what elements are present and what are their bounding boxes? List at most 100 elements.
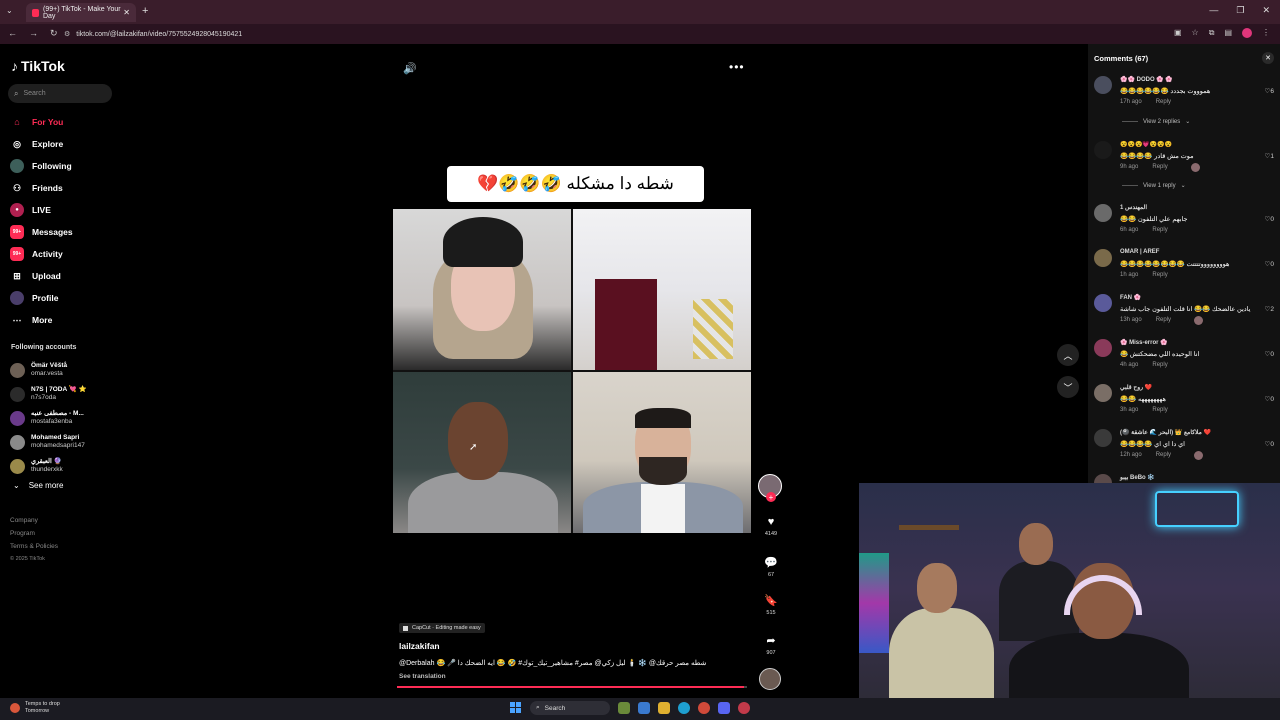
view-replies-button[interactable]: View 2 replies ⌄	[1122, 118, 1190, 125]
sidebar-item-activity[interactable]: 99+ Activity	[10, 243, 73, 265]
more-options-icon[interactable]: •••	[729, 60, 745, 74]
capcut-badge[interactable]: CapCut · Editing made easy	[399, 623, 485, 633]
avatar[interactable]	[1094, 76, 1112, 94]
edge-icon[interactable]	[678, 702, 690, 714]
close-comments-icon[interactable]: ✕	[1262, 52, 1274, 64]
following-account[interactable]: N7S | 7ODA 💘 ⭐ n7s7oda	[10, 382, 87, 406]
comment-like-button[interactable]: ♡0	[1265, 215, 1274, 223]
extensions-icon[interactable]: ⧉	[1209, 28, 1215, 38]
avatar[interactable]	[1094, 429, 1112, 447]
commenter-name[interactable]: 🌸🌸 DODO 🌸 🌸	[1120, 76, 1173, 83]
reply-button[interactable]: Reply	[1152, 227, 1167, 233]
site-info-icon[interactable]: ⚙	[64, 30, 70, 38]
browser-tab[interactable]: (99+) TikTok - Make Your Day ✕	[26, 3, 136, 22]
following-account[interactable]: Mohamed Sapri mohamedsapri147	[10, 430, 87, 454]
tiktok-logo[interactable]: ♪ TikTok	[11, 58, 65, 74]
new-tab-icon[interactable]: +	[142, 5, 148, 17]
sidebar-item-upload[interactable]: ⊞ Upload	[10, 265, 73, 287]
see-translation-button[interactable]: See translation	[399, 673, 446, 680]
cast-icon[interactable]: ▣	[1174, 28, 1182, 38]
commenter-name[interactable]: 🌸 Miss-error 🌸	[1120, 339, 1168, 346]
following-account[interactable]: Ömär Věštå omar.vesta	[10, 358, 87, 382]
avatar[interactable]	[1094, 384, 1112, 402]
sidebar-item-profile[interactable]: Profile	[10, 287, 73, 309]
taskbar-search[interactable]: ⌕ Search	[530, 701, 610, 715]
video-progress-bar[interactable]	[397, 686, 747, 688]
comment-like-button[interactable]: ♡0	[1265, 350, 1274, 358]
avatar[interactable]	[1094, 294, 1112, 312]
profile-avatar[interactable]	[1242, 28, 1252, 38]
avatar[interactable]	[1094, 141, 1112, 159]
creator-avatar[interactable]: +	[758, 474, 782, 502]
reply-button[interactable]: Reply	[1156, 99, 1171, 105]
reply-button[interactable]: Reply	[1156, 317, 1171, 323]
reply-button[interactable]: Reply	[1156, 452, 1171, 458]
close-tab-icon[interactable]: ✕	[123, 8, 130, 17]
file-explorer-icon[interactable]	[658, 702, 670, 714]
windows-start-icon[interactable]	[510, 702, 522, 714]
back-icon[interactable]: ←	[8, 28, 17, 39]
footer-link-terms[interactable]: Terms & Policies	[10, 540, 58, 553]
follow-plus-icon[interactable]: +	[766, 492, 776, 502]
comment-like-button[interactable]: ♡1	[1265, 152, 1274, 160]
view-replies-button[interactable]: View 1 reply ⌄	[1122, 182, 1186, 189]
commenter-name[interactable]: (🎱 البحر 🌊 عاشقة) 👑 ملاكامع ❤️	[1120, 429, 1211, 436]
tab-list-chevron-icon[interactable]: ⌄	[6, 6, 13, 15]
comment-like-button[interactable]: ♡2	[1265, 305, 1274, 313]
reply-button[interactable]: Reply	[1152, 362, 1167, 368]
url-field[interactable]: ⚙ tiktok.com/@lailzakifan/video/75755249…	[64, 27, 1174, 41]
weather-widget[interactable]: Temps to drop Tomorrow	[10, 701, 60, 715]
sidebar-toggle-icon[interactable]: ▤	[1224, 28, 1232, 38]
sidebar-item-friends[interactable]: ⚇ Friends	[10, 177, 73, 199]
comment-like-button[interactable]: ♡0	[1265, 395, 1274, 403]
discord-icon[interactable]	[718, 702, 730, 714]
save-button[interactable]: 🔖 515	[758, 594, 784, 616]
bookmark-star-icon[interactable]: ☆	[1192, 28, 1199, 38]
music-disc-avatar[interactable]	[759, 668, 781, 690]
commenter-name[interactable]: بيبو BeBo ❄️	[1120, 474, 1155, 481]
reply-button[interactable]: Reply	[1152, 272, 1167, 278]
comment-button[interactable]: 💬 67	[758, 556, 784, 578]
next-video-button[interactable]: ﹀	[1057, 376, 1079, 398]
commenter-name[interactable]: روح قلبي ❤️	[1120, 384, 1152, 391]
avatar[interactable]	[1094, 339, 1112, 357]
reload-icon[interactable]: ↻	[50, 28, 58, 39]
store-icon[interactable]	[638, 702, 650, 714]
browser-menu-icon[interactable]: ⋮	[1262, 28, 1270, 38]
video-player[interactable]	[393, 209, 751, 533]
see-more-button[interactable]: ⌄ See more	[13, 481, 63, 490]
commenter-name[interactable]: FAN 🌸	[1120, 294, 1141, 301]
minimize-icon[interactable]: —	[1209, 5, 1218, 16]
commenter-name[interactable]: OMAR | AREF	[1120, 249, 1159, 255]
video-author[interactable]: lailzakifan	[399, 641, 440, 651]
reply-button[interactable]: Reply	[1152, 407, 1167, 413]
sidebar-item-following[interactable]: Following	[10, 155, 73, 177]
forward-icon[interactable]: →	[29, 28, 38, 39]
comment-like-button[interactable]: ♡6	[1265, 87, 1274, 95]
sidebar-item-more[interactable]: ⋯ More	[10, 309, 73, 331]
share-button[interactable]: ➦ 907	[758, 634, 784, 656]
search-input[interactable]: ⌕ Search	[8, 84, 112, 103]
commenter-name[interactable]: المهندس 1	[1120, 204, 1147, 211]
avatar[interactable]	[1094, 249, 1112, 267]
widget-app-icon[interactable]	[618, 702, 630, 714]
restore-icon[interactable]: ❐	[1236, 5, 1244, 16]
footer-link-program[interactable]: Program	[10, 527, 58, 540]
sidebar-item-live[interactable]: ● LIVE	[10, 199, 73, 221]
avatar[interactable]	[1094, 204, 1112, 222]
reply-button[interactable]: Reply	[1152, 164, 1167, 170]
like-button[interactable]: ♥ 4149	[758, 516, 784, 537]
chrome-icon[interactable]	[698, 702, 710, 714]
app-icon[interactable]	[738, 702, 750, 714]
comment-like-button[interactable]: ♡0	[1265, 260, 1274, 268]
close-window-icon[interactable]: ✕	[1262, 5, 1270, 16]
commenter-name[interactable]: 😵😵😵💗😵😵😵	[1120, 141, 1172, 148]
footer-link-company[interactable]: Company	[10, 514, 58, 527]
volume-icon[interactable]: 🔊	[403, 62, 417, 75]
sidebar-item-explore[interactable]: ◎ Explore	[10, 133, 73, 155]
sidebar-item-messages[interactable]: 99+ Messages	[10, 221, 73, 243]
comment-like-button[interactable]: ♡0	[1265, 440, 1274, 448]
following-account[interactable]: مصطفى عنبه - M... mostafa3enba	[10, 406, 87, 430]
following-account[interactable]: العبقري 🔮 thunderxkk	[10, 454, 87, 478]
sidebar-item-for-you[interactable]: ⌂ For You	[10, 111, 73, 133]
